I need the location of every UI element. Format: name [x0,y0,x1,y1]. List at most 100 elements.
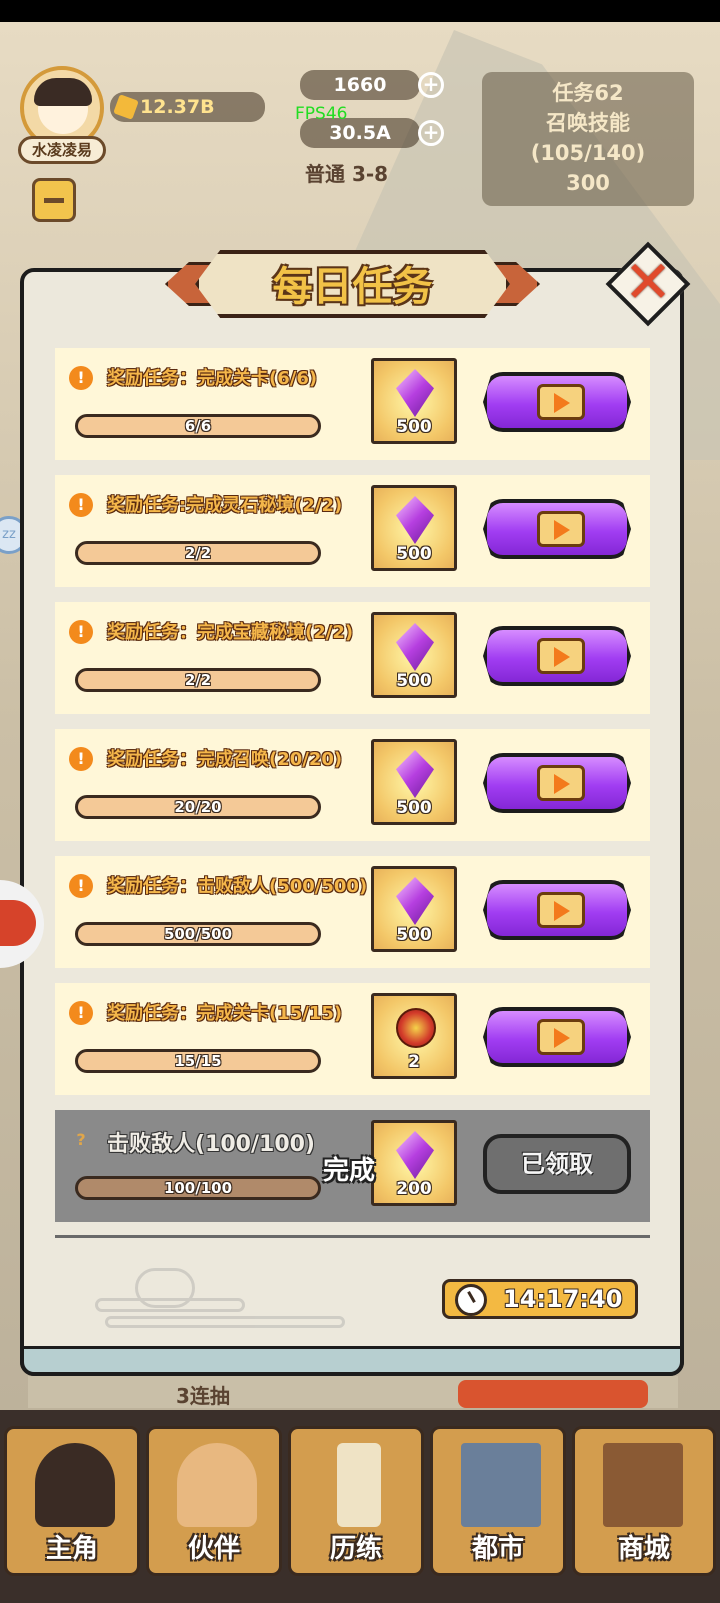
task-row: ! 奖励任务：完成宝藏秘境(2/2) 2/2 500 [55,602,650,714]
cloud-decoration [95,1268,345,1328]
city-buildings-icon [461,1443,541,1527]
avatar-hair [34,78,92,106]
tab-shop[interactable]: 商城 [572,1426,716,1576]
reward-slot: 2 [371,993,457,1079]
clock-icon [455,1284,487,1316]
collapse-button[interactable] [32,178,76,222]
gem-counter: 1660 [300,70,420,100]
tab-label: 商城 [617,1534,670,1564]
completed-label: 完成 [323,1156,376,1186]
tab-training[interactable]: 历练 [288,1426,424,1576]
task-row: ! 奖励任务：完成召唤(20/20) 20/20 500 [55,729,650,841]
reward-slot: 200 [371,1120,457,1206]
add-gems-button[interactable]: + [418,72,444,98]
task-progress-bar: 20/20 [75,795,321,819]
tab-city[interactable]: 都市 [430,1426,566,1576]
reward-slot: 500 [371,866,457,952]
purple-gem-icon [396,750,434,798]
task-reward: 300 [566,171,610,195]
gold-icon [113,94,139,120]
play-video-icon [537,638,585,674]
red-action-button[interactable] [458,1380,648,1408]
game-screen: { "hud": { "player_name": "水凌凌易", "gold"… [0,0,720,1603]
shop-stall-icon [603,1443,683,1527]
task-progress-bar: 2/2 [75,668,321,692]
task-progress-bar: 500/500 [75,922,321,946]
tab-label: 历练 [329,1534,382,1564]
gold-value: 12.37B [140,96,215,118]
reward-slot: 500 [371,485,457,571]
play-video-icon [537,765,585,801]
dialog-title: 每日任务 [272,264,433,310]
purple-gem-icon [396,623,434,671]
tab-partner[interactable]: 伙伴 [146,1426,282,1576]
stage-label: 普通 3-8 [305,162,389,186]
reward-slot: 500 [371,612,457,698]
cat-icon [177,1443,257,1527]
play-video-icon [537,384,585,420]
task-progress-bar: 100/100 [75,1176,321,1200]
task-title: 奖励任务：完成关卡(15/15) [107,1003,343,1024]
close-button[interactable]: ✕ [604,240,692,328]
purple-gem-icon [396,369,434,417]
watch-ad-claim-button[interactable] [483,499,631,559]
current-task-box[interactable]: 任务62 召唤技能 (105/140) 300 [482,72,694,206]
task-title: 奖励任务：完成关卡(6/6) [107,368,318,389]
watch-ad-claim-button[interactable] [483,753,631,813]
protagonist-icon [35,1443,115,1527]
reward-qty: 500 [396,671,432,691]
task-row: ! 奖励任务：完成关卡(15/15) 15/15 2 [55,983,650,1095]
play-video-icon [537,511,585,547]
task-title: 奖励任务：击败敌人(500/500) [107,876,368,897]
fps-counter: FPS46 [295,104,348,124]
task-title: 奖励任务:完成灵石秘境(2/2) [107,495,343,516]
add-power-button[interactable]: + [418,120,444,146]
task-progress-bar: 15/15 [75,1049,321,1073]
reward-slot: 500 [371,358,457,444]
watch-ad-claim-button[interactable] [483,880,631,940]
dialog-title-plate: 每日任务 [165,246,540,322]
red-coin-icon [396,1008,436,1048]
task-progress-bar: 6/6 [75,414,321,438]
combo-label: 3连抽 [176,1384,230,1408]
reward-qty: 500 [396,544,432,564]
claimed-button: 已领取 [483,1134,631,1194]
gem-value: 1660 [333,74,387,96]
alert-icon: ! [69,1001,93,1025]
panel-footer [20,1346,684,1376]
reward-qty: 500 [396,925,432,945]
task-title: 击败敌人(100/100) [107,1132,315,1157]
task-line1: 任务62 [552,81,624,105]
alert-icon: ! [69,747,93,771]
tab-label: 伙伴 [187,1534,240,1564]
player-name: 水凌凌易 [18,136,106,164]
reward-qty: 2 [408,1052,420,1072]
watch-ad-claim-button[interactable] [483,626,631,686]
gold-counter: 12.37B [110,92,265,122]
reward-qty: 500 [396,798,432,818]
bottom-nav: 主角 伙伴 历练 都市 商城 [0,1410,720,1603]
task-row-completed: ? 击败敌人(100/100) 100/100 200 完成 已领取 [55,1110,650,1222]
reward-qty: 200 [396,1179,432,1199]
purple-gem-icon [396,877,434,925]
underlying-panel-peek: 3连抽 [28,1376,678,1408]
purple-gem-icon [396,1131,434,1179]
scroll-icon [337,1443,381,1527]
task-line3: (105/140) [530,141,646,165]
reset-timer: 14:17:40 [442,1279,638,1319]
timer-value: 14:17:40 [503,1285,623,1313]
status-bar [0,0,720,22]
watch-ad-claim-button[interactable] [483,372,631,432]
alert-icon: ! [69,620,93,644]
alert-icon: ! [69,874,93,898]
close-x-icon: ✕ [623,248,673,316]
alert-icon: ! [69,366,93,390]
play-video-icon [537,1019,585,1055]
task-title: 奖励任务：完成宝藏秘境(2/2) [107,622,354,643]
question-icon: ? [76,1130,86,1149]
task-row: ! 奖励任务：击败敌人(500/500) 500/500 500 [55,856,650,968]
tab-label: 主角 [45,1534,98,1564]
tab-protagonist[interactable]: 主角 [4,1426,140,1576]
watch-ad-claim-button[interactable] [483,1007,631,1067]
alert-icon: ! [69,493,93,517]
